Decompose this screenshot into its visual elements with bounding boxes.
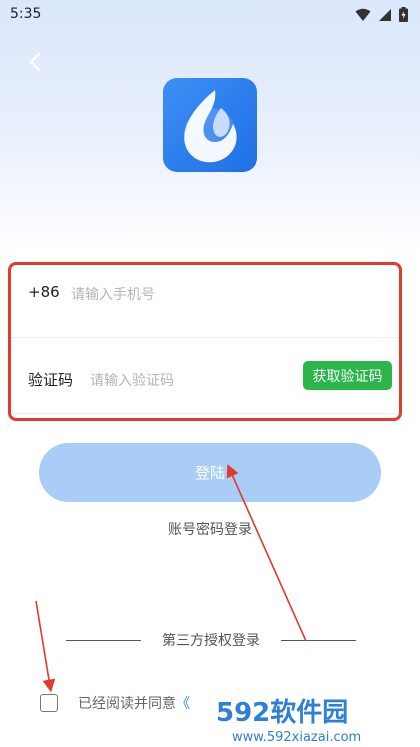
watermark-logo: 592软件园 www.592xiazai.com (208, 690, 420, 747)
code-label: 验证码 (28, 371, 74, 389)
password-login-link[interactable]: 账号密码登录 (0, 519, 420, 539)
phone-input[interactable] (69, 281, 323, 309)
agreement-text: 已经阅读并同意 (78, 696, 176, 712)
agreement-link[interactable]: 《 (176, 693, 190, 713)
login-form: +86 验证码 获取验证码 (8, 262, 402, 421)
country-code[interactable]: +86 (28, 283, 60, 301)
watermark-brand: 592软件园 (216, 698, 348, 728)
annotation-arrow-checkbox (35, 600, 56, 693)
status-bar: 5:35 (0, 0, 420, 30)
status-time: 5:35 (10, 6, 42, 22)
system-icons (355, 7, 408, 22)
watermark-url: www.592xiazai.com (232, 730, 361, 745)
login-button[interactable]: 登陆 (39, 443, 381, 502)
agreement-row: 已经阅读并同意 《 (40, 693, 190, 713)
agreement-checkbox[interactable] (40, 694, 58, 712)
divider-line-right (281, 640, 356, 641)
phone-row: +86 (11, 265, 399, 338)
get-code-button[interactable]: 获取验证码 (303, 361, 392, 390)
verification-code-input[interactable] (88, 367, 292, 395)
app-logo (163, 78, 257, 172)
battery-icon (399, 7, 408, 22)
wifi-icon (355, 8, 371, 21)
flame-icon (184, 90, 237, 163)
code-row: 验证码 获取验证码 (11, 341, 399, 414)
signal-icon (379, 8, 391, 21)
back-arrow-icon[interactable] (22, 48, 50, 76)
third-party-login-divider: 第三方授权登录 (66, 630, 356, 650)
